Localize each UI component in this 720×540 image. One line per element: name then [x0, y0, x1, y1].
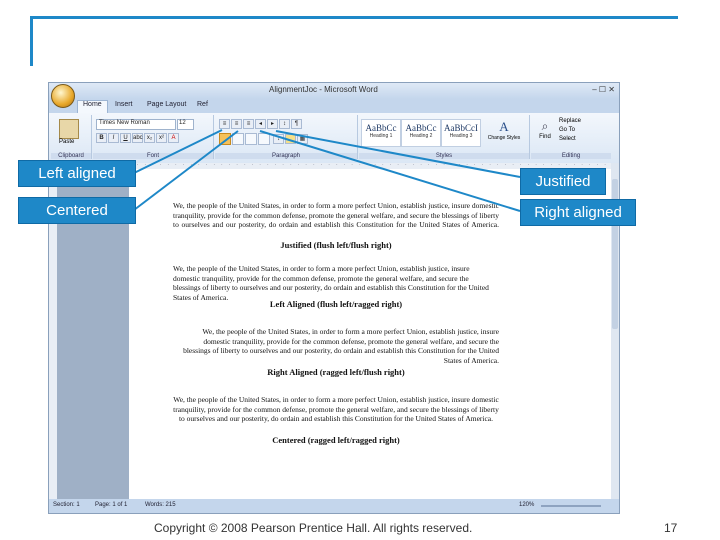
callout-justified: Justified [520, 168, 606, 195]
page-number: 17 [664, 521, 678, 535]
callout-left-aligned: Left aligned [18, 160, 136, 187]
arrow-left-aligned [133, 129, 223, 174]
arrow-centered [133, 130, 239, 211]
arrow-right-aligned [259, 130, 521, 212]
arrow-justified [275, 130, 521, 178]
copyright-footer: Copyright © 2008 Pearson Prentice Hall. … [154, 521, 473, 535]
callout-right-aligned: Right aligned [520, 199, 636, 226]
callout-arrows [133, 129, 521, 212]
callout-centered: Centered [18, 197, 136, 224]
office-button-icon[interactable] [51, 84, 75, 108]
